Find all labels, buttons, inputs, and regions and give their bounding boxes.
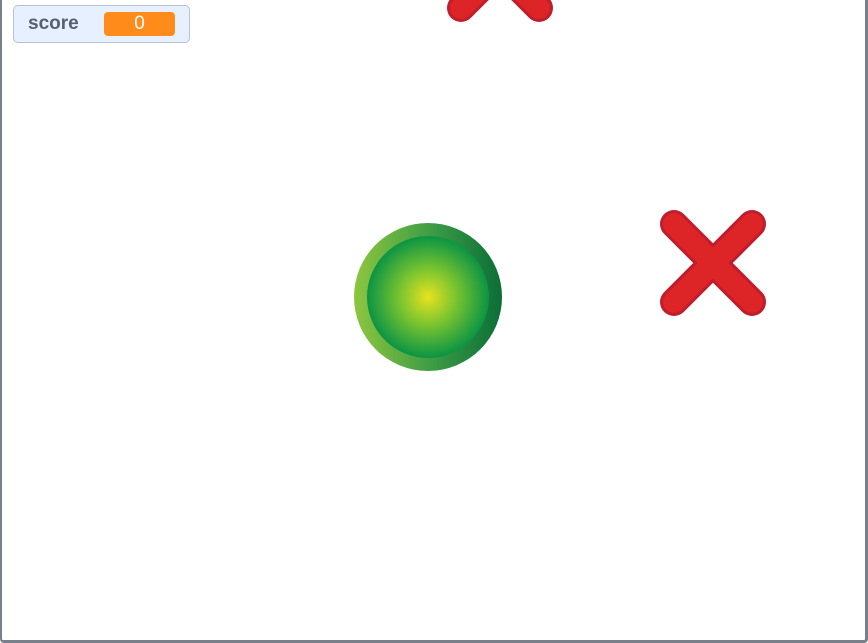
score-value: 0: [104, 12, 175, 36]
cross-icon[interactable]: [445, 0, 555, 24]
game-stage[interactable]: score 0: [0, 0, 868, 643]
cross-icon[interactable]: [658, 208, 768, 318]
orb-icon[interactable]: [353, 222, 503, 372]
score-monitor[interactable]: score 0: [13, 5, 190, 43]
score-label: score: [28, 13, 79, 34]
